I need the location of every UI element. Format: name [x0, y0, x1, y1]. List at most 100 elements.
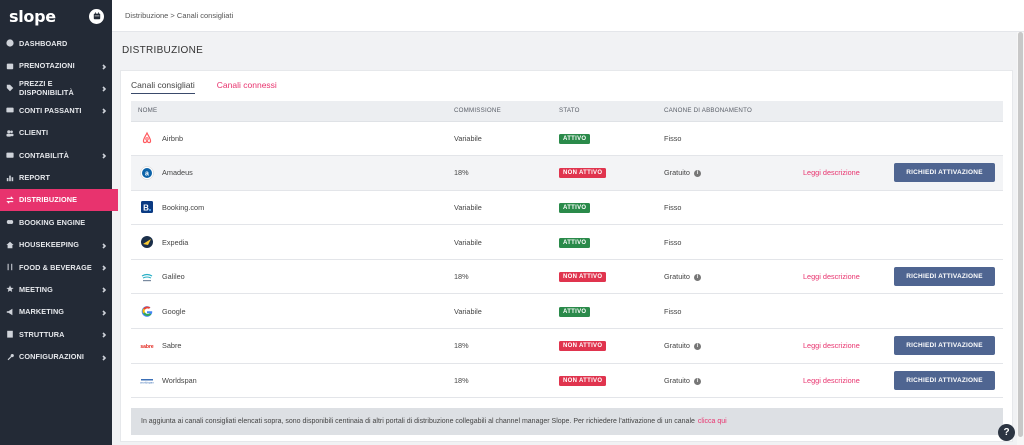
cell-fee: Fisso: [657, 121, 796, 156]
note-link[interactable]: clicca qui: [698, 418, 727, 425]
building-icon: [6, 330, 14, 338]
sidebar-item-prezzi-e-disponibilit[interactable]: PREZZI E DISPONIBILITÀ: [0, 77, 112, 99]
info-icon[interactable]: i: [693, 273, 701, 281]
cell-commission: 18%: [454, 375, 469, 385]
request-activation-button[interactable]: RICHIEDI ATTIVAZIONE: [894, 336, 995, 356]
cell-action: [887, 190, 1003, 225]
sidebar-item-configurazioni[interactable]: CONFIGURAZIONI: [0, 345, 112, 367]
channel-name: Galileo: [162, 272, 185, 282]
info-note: In aggiunta ai canali consigliati elenca…: [131, 408, 1003, 435]
cell-action: [887, 225, 1003, 260]
read-description-link[interactable]: Leggi descrizione: [803, 341, 860, 350]
sidebar-item-label: MARKETING: [19, 307, 65, 317]
channel-name: Booking.com: [162, 202, 205, 212]
channel-name: Google: [162, 306, 186, 316]
cell-status: NON ATTIVO: [552, 156, 657, 191]
scrollbar-thumb[interactable]: [1018, 32, 1023, 437]
sidebar-item-dashboard[interactable]: DASHBOARD: [0, 32, 112, 54]
fee-text: Fisso: [664, 237, 682, 247]
sidebar-item-label: CONTI PASSANTI: [19, 105, 82, 115]
table-row: sabre Sabre 18% NON ATTIVO Gratuito i Leggi de…: [131, 329, 1003, 364]
sidebar-item-booking-engine[interactable]: BOOKING ENGINE: [0, 211, 112, 233]
exchange-icon: [6, 196, 14, 204]
request-activation-button[interactable]: RICHIEDI ATTIVAZIONE: [894, 163, 995, 183]
sidebar-item-struttura[interactable]: STRUTTURA: [0, 323, 112, 345]
scrollbar[interactable]: [1017, 32, 1024, 445]
sidebar-item-food-beverage[interactable]: FOOD & BEVERAGE: [0, 256, 112, 278]
logo-row: slope: [0, 0, 112, 32]
cell-name: Google: [131, 294, 447, 329]
request-activation-button[interactable]: RICHIEDI ATTIVAZIONE: [894, 370, 995, 390]
sidebar-item-report[interactable]: REPORT: [0, 166, 112, 188]
cell-commission: Variabile: [454, 133, 482, 143]
chevron-right-icon: [101, 85, 107, 92]
channels-table: NOME COMMISSIONE STATO CANONE DI ABBONAM…: [131, 101, 1003, 398]
table-body: Airbnb Variabile ATTIVO Fisso a Amadeus 18% NON…: [131, 121, 1003, 398]
cell-status: ATTIVO: [552, 225, 657, 260]
cell-link: [796, 121, 887, 156]
fee-text: Gratuito: [664, 168, 690, 178]
report-icon: [6, 174, 14, 182]
tag-icon: [6, 84, 14, 92]
read-description-link[interactable]: Leggi descrizione: [803, 376, 860, 385]
distribution-panel: Canali consigliati Canali connessi NOME …: [120, 70, 1013, 442]
table-row: B Booking.com Variabile ATTIVO Fisso: [131, 190, 1003, 225]
fee-text: Gratuito: [664, 375, 690, 385]
sidebar-item-clienti[interactable]: CLIENTI: [0, 122, 112, 144]
cell-status: NON ATTIVO: [552, 329, 657, 364]
table-row: Galileo 18% NON ATTIVO Gratuito i Leggi descr…: [131, 259, 1003, 294]
cell-fee: Gratuito i: [657, 329, 796, 364]
tab-canali-consigliati[interactable]: Canali consigliati: [131, 80, 195, 94]
sidebar-item-marketing[interactable]: MARKETING: [0, 301, 112, 323]
sidebar-item-contabilit[interactable]: CONTABILITÀ: [0, 144, 112, 166]
sidebar-item-label: CONFIGURAZIONI: [19, 352, 85, 362]
wrench-icon: [6, 353, 14, 361]
sidebar-item-label: HOUSEKEEPING: [19, 240, 79, 250]
cell-fee: Gratuito i: [657, 259, 796, 294]
fee-text: Fisso: [664, 202, 682, 212]
status-badge: NON ATTIVO: [559, 341, 607, 352]
wallet-icon: [6, 151, 14, 159]
chevron-right-icon: [101, 107, 107, 114]
info-icon[interactable]: i: [693, 342, 701, 350]
cell-fee: Fisso: [657, 190, 796, 225]
channel-name: Expedia: [162, 237, 189, 247]
sidebar-item-conti-passanti[interactable]: CONTI PASSANTI: [0, 99, 112, 121]
cell-commission: Variabile: [454, 202, 482, 212]
svg-text:B: B: [143, 204, 149, 213]
app-logo[interactable]: slope: [9, 7, 56, 26]
cell-action: RICHIEDI ATTIVAZIONE: [887, 363, 1003, 398]
table-header-row: NOME COMMISSIONE STATO CANONE DI ABBONAM…: [131, 101, 1003, 122]
breadcrumb[interactable]: Distribuzione > Canali consigliati: [125, 11, 233, 20]
page-title: DISTRIBUZIONE: [122, 45, 204, 56]
svg-text:worldspan: worldspan: [140, 381, 154, 385]
expedia-logo-icon: [140, 235, 154, 249]
sidebar-item-housekeeping[interactable]: HOUSEKEEPING: [0, 234, 112, 256]
request-activation-button[interactable]: RICHIEDI ATTIVAZIONE: [894, 267, 995, 287]
chevron-right-icon: [101, 264, 107, 271]
cell-status: NON ATTIVO: [552, 259, 657, 294]
sidebar-item-label: CONTABILITÀ: [19, 150, 70, 160]
galileo-logo-icon: [140, 270, 154, 284]
info-icon[interactable]: i: [693, 377, 701, 385]
sidebar-item-label: BOOKING ENGINE: [19, 217, 86, 227]
worldspan-logo-icon: worldspan: [140, 373, 154, 387]
read-description-link[interactable]: Leggi descrizione: [803, 272, 860, 281]
help-button[interactable]: ?: [998, 424, 1015, 441]
sidebar-item-meeting[interactable]: MEETING: [0, 278, 112, 300]
cell-link: Leggi descrizione: [796, 259, 887, 294]
sidebar-item-prenotazioni[interactable]: PRENOTAZIONI: [0, 54, 112, 76]
info-icon[interactable]: i: [693, 169, 701, 177]
cell-action: RICHIEDI ATTIVAZIONE: [887, 156, 1003, 191]
svg-text:sabre: sabre: [140, 344, 154, 350]
tab-canali-connessi[interactable]: Canali connessi: [217, 80, 277, 94]
tabs: Canali consigliati Canali connessi: [131, 80, 299, 94]
cell-link: [796, 294, 887, 329]
dashboard-icon: [6, 39, 14, 47]
calendar-button[interactable]: [89, 8, 104, 24]
cell-fee: Fisso: [657, 225, 796, 260]
cell-commission: Variabile: [454, 237, 482, 247]
cell-status: ATTIVO: [552, 190, 657, 225]
sidebar-item-distribuzione[interactable]: DISTRIBUZIONE: [0, 188, 118, 212]
read-description-link[interactable]: Leggi descrizione: [803, 168, 860, 177]
